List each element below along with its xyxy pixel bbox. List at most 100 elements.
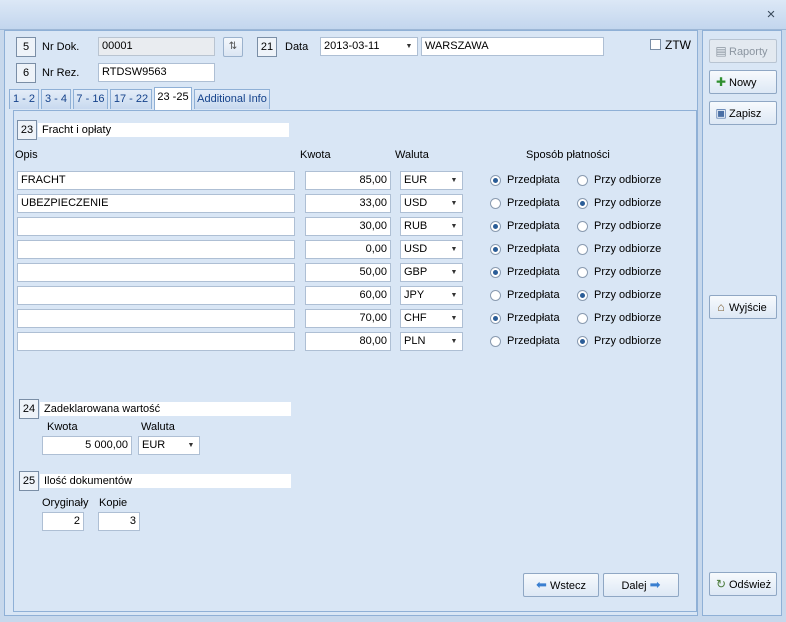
nowy-button[interactable]: ✚ Nowy [709, 70, 777, 94]
charge-waluta-value: GBP [404, 266, 428, 278]
charge-kwota-field[interactable]: 60,00 [305, 286, 391, 305]
charge-waluta-value: CHF [404, 312, 427, 324]
oryginaly-field[interactable]: 2 [42, 512, 84, 531]
charge-kwota-field[interactable]: 70,00 [305, 309, 391, 328]
chevron-down-icon[interactable]: ▼ [446, 172, 462, 189]
chevron-down-icon[interactable]: ▼ [446, 195, 462, 212]
radio-przedplata[interactable] [490, 336, 501, 347]
radio-przedplata[interactable] [490, 313, 501, 324]
save-icon: ▣ [715, 106, 727, 120]
radio-przy-odbiorze[interactable] [577, 267, 588, 278]
report-icon: ▤ [715, 44, 727, 58]
ztw-checkbox[interactable] [650, 39, 661, 50]
radio-przy-odbiorze[interactable] [577, 244, 588, 255]
radio-przy-odbiorze[interactable] [577, 290, 588, 301]
declared-waluta-select[interactable]: EUR ▼ [138, 436, 200, 455]
charge-kwota-field[interactable]: 50,00 [305, 263, 391, 282]
chevron-down-icon[interactable]: ▼ [446, 264, 462, 281]
charge-opis-field[interactable] [17, 263, 295, 282]
declared-waluta-label: Waluta [141, 421, 175, 433]
col-header-kwota: Kwota [300, 149, 331, 161]
tab-additional-info[interactable]: Additional Info [194, 89, 270, 109]
radio-przy-odbiorze[interactable] [577, 221, 588, 232]
radio-przy-odbiorze-label: Przy odbiorze [594, 335, 662, 347]
radio-przy-odbiorze[interactable] [577, 198, 588, 209]
charge-waluta-select[interactable]: USD ▼ [400, 194, 463, 213]
charge-kwota-field[interactable]: 0,00 [305, 240, 391, 259]
charge-kwota-field[interactable]: 30,00 [305, 217, 391, 236]
tab-23-25[interactable]: 23 -25 [154, 87, 192, 110]
charge-waluta-select[interactable]: PLN ▼ [400, 332, 463, 351]
nr-dok-field[interactable]: 00001 [98, 37, 215, 56]
radio-przy-odbiorze[interactable] [577, 175, 588, 186]
field-number-6: 6 [16, 63, 36, 83]
radio-przedplata[interactable] [490, 267, 501, 278]
kopie-label: Kopie [99, 497, 128, 509]
field-number-23: 23 [17, 120, 37, 140]
charge-opis-field[interactable] [17, 286, 295, 305]
charge-opis-field[interactable] [17, 332, 295, 351]
chevron-down-icon[interactable]: ▼ [183, 437, 199, 454]
tab-content: 23 Fracht i opłaty Opis Kwota Waluta Spo… [13, 110, 697, 612]
charge-waluta-select[interactable]: USD ▼ [400, 240, 463, 259]
charge-kwota-field[interactable]: 80,00 [305, 332, 391, 351]
charge-waluta-select[interactable]: GBP ▼ [400, 263, 463, 282]
date-value: 2013-03-11 [324, 40, 380, 52]
radio-przy-odbiorze-label: Przy odbiorze [594, 289, 662, 301]
zapisz-label: Zapisz [729, 108, 762, 120]
tab-1-2[interactable]: 1 - 2 [9, 89, 39, 109]
charge-opis-field[interactable]: UBEZPIECZENIE [17, 194, 295, 213]
radio-przy-odbiorze-label: Przy odbiorze [594, 243, 662, 255]
kopie-field[interactable]: 3 [98, 512, 140, 531]
chevron-down-icon[interactable]: ▼ [446, 241, 462, 258]
radio-przy-odbiorze[interactable] [577, 313, 588, 324]
radio-przy-odbiorze[interactable] [577, 336, 588, 347]
chevron-down-icon[interactable]: ▼ [446, 287, 462, 304]
charge-opis-field[interactable] [17, 217, 295, 236]
raporty-button[interactable]: ▤ Raporty [709, 39, 777, 63]
chevron-down-icon[interactable]: ▼ [446, 310, 462, 327]
charge-waluta-select[interactable]: CHF ▼ [400, 309, 463, 328]
nowy-label: Nowy [729, 77, 757, 89]
radio-przedplata[interactable] [490, 198, 501, 209]
radio-przedplata[interactable] [490, 221, 501, 232]
charge-opis-field[interactable] [17, 240, 295, 259]
back-button[interactable]: ⬅ Wstecz [523, 573, 599, 597]
wyjscie-button[interactable]: ⌂ Wyjście [709, 295, 777, 319]
charge-waluta-value: USD [404, 243, 428, 255]
radio-przedplata-label: Przedpłata [507, 312, 560, 324]
charge-kwota-field[interactable]: 85,00 [305, 171, 391, 190]
city-field[interactable]: WARSZAWA [421, 37, 604, 56]
arrow-left-icon: ⬅ [535, 577, 547, 592]
charge-opis-field[interactable]: FRACHT [17, 171, 295, 190]
charge-opis-field[interactable] [17, 309, 295, 328]
charge-waluta-select[interactable]: EUR ▼ [400, 171, 463, 190]
tab-17-22[interactable]: 17 - 22 [110, 89, 152, 109]
tab-3-4[interactable]: 3 - 4 [41, 89, 71, 109]
chevron-down-icon[interactable]: ▼ [446, 218, 462, 235]
tab-7-16[interactable]: 7 - 16 [73, 89, 108, 109]
chevron-down-icon[interactable]: ▼ [401, 38, 417, 55]
declared-kwota-field[interactable]: 5 000,00 [42, 436, 132, 455]
radio-przedplata[interactable] [490, 244, 501, 255]
radio-przedplata[interactable] [490, 290, 501, 301]
nr-rez-field[interactable]: RTDSW9563 [98, 63, 215, 82]
next-button-label: Dalej [621, 580, 647, 592]
next-button[interactable]: Dalej ➡ [603, 573, 679, 597]
charge-waluta-select[interactable]: JPY ▼ [400, 286, 463, 305]
declared-kwota-label: Kwota [47, 421, 78, 433]
odswiez-label: Odśwież [729, 579, 772, 591]
numbering-icon[interactable]: ⇅ [223, 37, 243, 57]
charge-kwota-field[interactable]: 33,00 [305, 194, 391, 213]
col-header-opis: Opis [15, 149, 38, 161]
nr-dok-label: Nr Dok. [42, 41, 80, 53]
radio-przedplata[interactable] [490, 175, 501, 186]
date-picker[interactable]: 2013-03-11 ▼ [320, 37, 418, 56]
odswiez-button[interactable]: ↻ Odśwież [709, 572, 777, 596]
close-button[interactable]: × [762, 6, 780, 24]
col-header-sposob: Sposób płatności [526, 149, 610, 161]
chevron-down-icon[interactable]: ▼ [446, 333, 462, 350]
zapisz-button[interactable]: ▣ Zapisz [709, 101, 777, 125]
radio-przedplata-label: Przedpłata [507, 335, 560, 347]
charge-waluta-select[interactable]: RUB ▼ [400, 217, 463, 236]
